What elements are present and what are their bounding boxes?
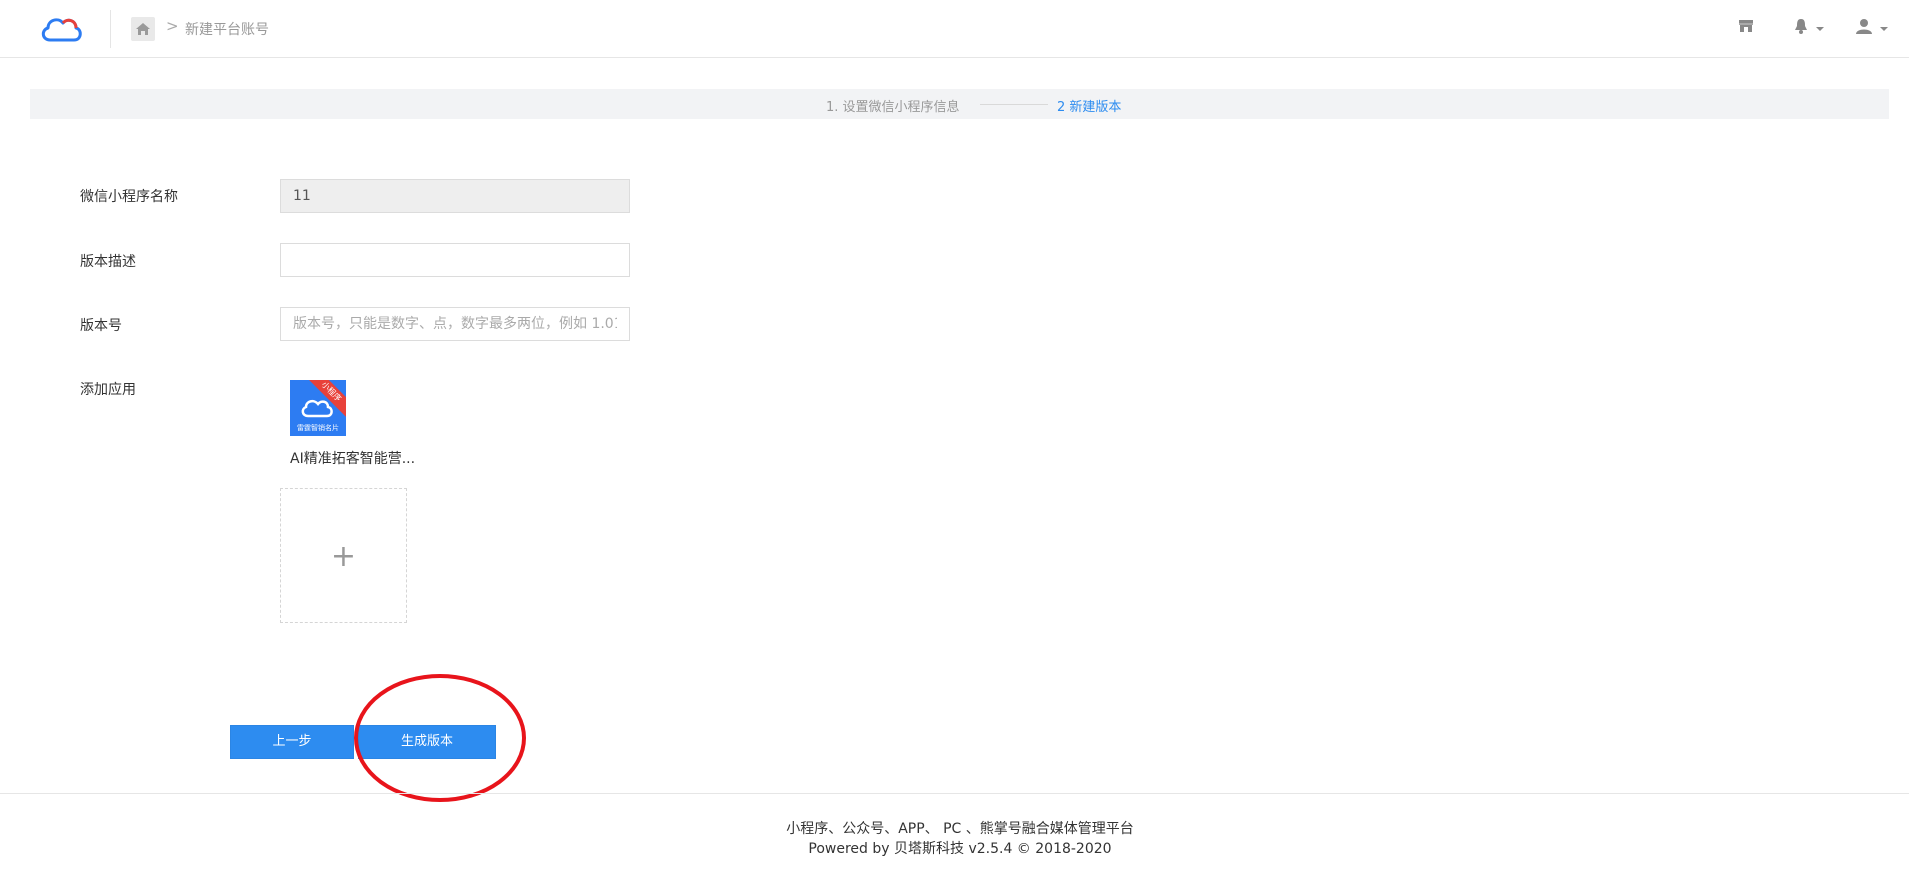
app-name: AI精准拓客智能营...: [290, 451, 416, 467]
footer-powered-by: Powered by 贝塔斯科技 v2.5.4 © 2018-2020: [808, 841, 1112, 857]
footer-divider: [0, 793, 1909, 794]
add-app-label: 添加应用: [80, 382, 136, 398]
top-header: > 新建平台账号: [0, 0, 1909, 58]
header-divider: [110, 10, 111, 48]
step-1: 1. 设置微信小程序信息: [826, 100, 960, 115]
app-icon-caption: 雷霆智销名片: [297, 424, 339, 432]
step-indicator: 1. 设置微信小程序信息 2 新建版本: [30, 89, 1889, 119]
breadcrumb-current: 新建平台账号: [185, 22, 269, 38]
user-dropdown-caret-icon[interactable]: [1880, 27, 1888, 31]
footer-tagline: 小程序、公众号、APP、 PC 、熊掌号融合媒体管理平台: [786, 821, 1134, 837]
step-2-active: 2 新建版本: [1057, 100, 1122, 115]
bell-icon[interactable]: [1793, 17, 1809, 35]
generate-version-button[interactable]: 生成版本: [358, 725, 496, 759]
previous-step-button[interactable]: 上一步: [230, 725, 354, 759]
home-icon[interactable]: [131, 17, 155, 41]
cloud-logo-icon[interactable]: [38, 12, 84, 46]
breadcrumb-chevron-icon: >: [166, 17, 179, 35]
add-app-button[interactable]: +: [280, 488, 407, 623]
step-connector: [980, 104, 1048, 105]
version-number-label: 版本号: [80, 318, 122, 334]
mini-program-name-field[interactable]: [280, 179, 630, 213]
user-icon[interactable]: [1855, 17, 1873, 35]
version-description-input[interactable]: [280, 243, 630, 277]
plus-icon: +: [330, 539, 357, 574]
store-icon[interactable]: [1737, 17, 1755, 35]
mini-program-name-label: 微信小程序名称: [80, 189, 178, 205]
app-icon: 小程序 雷霆智销名片: [290, 380, 346, 436]
version-number-input[interactable]: [280, 307, 630, 341]
version-description-label: 版本描述: [80, 254, 136, 270]
bell-dropdown-caret-icon[interactable]: [1816, 27, 1824, 31]
